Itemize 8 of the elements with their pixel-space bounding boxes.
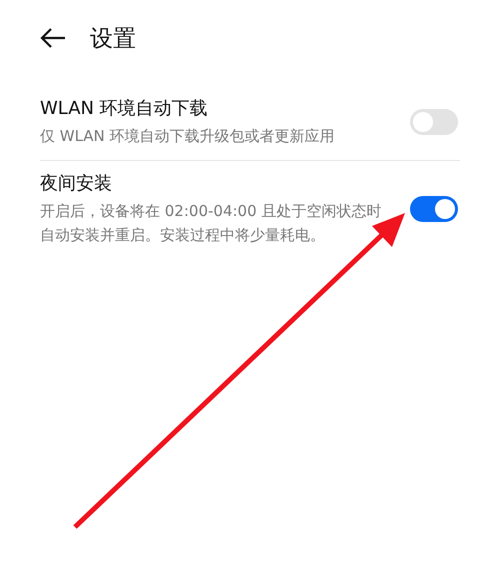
setting-title: 夜间安装	[40, 172, 113, 195]
setting-description: 仅 WLAN 环境自动下载升级包或者更新应用	[40, 126, 336, 147]
toggle-switch[interactable]	[410, 196, 458, 222]
page-title: 设置	[90, 24, 136, 54]
setting-description: 开启后，设备将在 02:00-04:00 且处于空闲状态时自动安装并重启。安装过程中将少量耗电。	[40, 201, 382, 246]
setting-title: WLAN 环境自动下载	[40, 97, 209, 120]
back-icon[interactable]	[40, 27, 66, 49]
toggle-switch[interactable]	[410, 109, 458, 135]
